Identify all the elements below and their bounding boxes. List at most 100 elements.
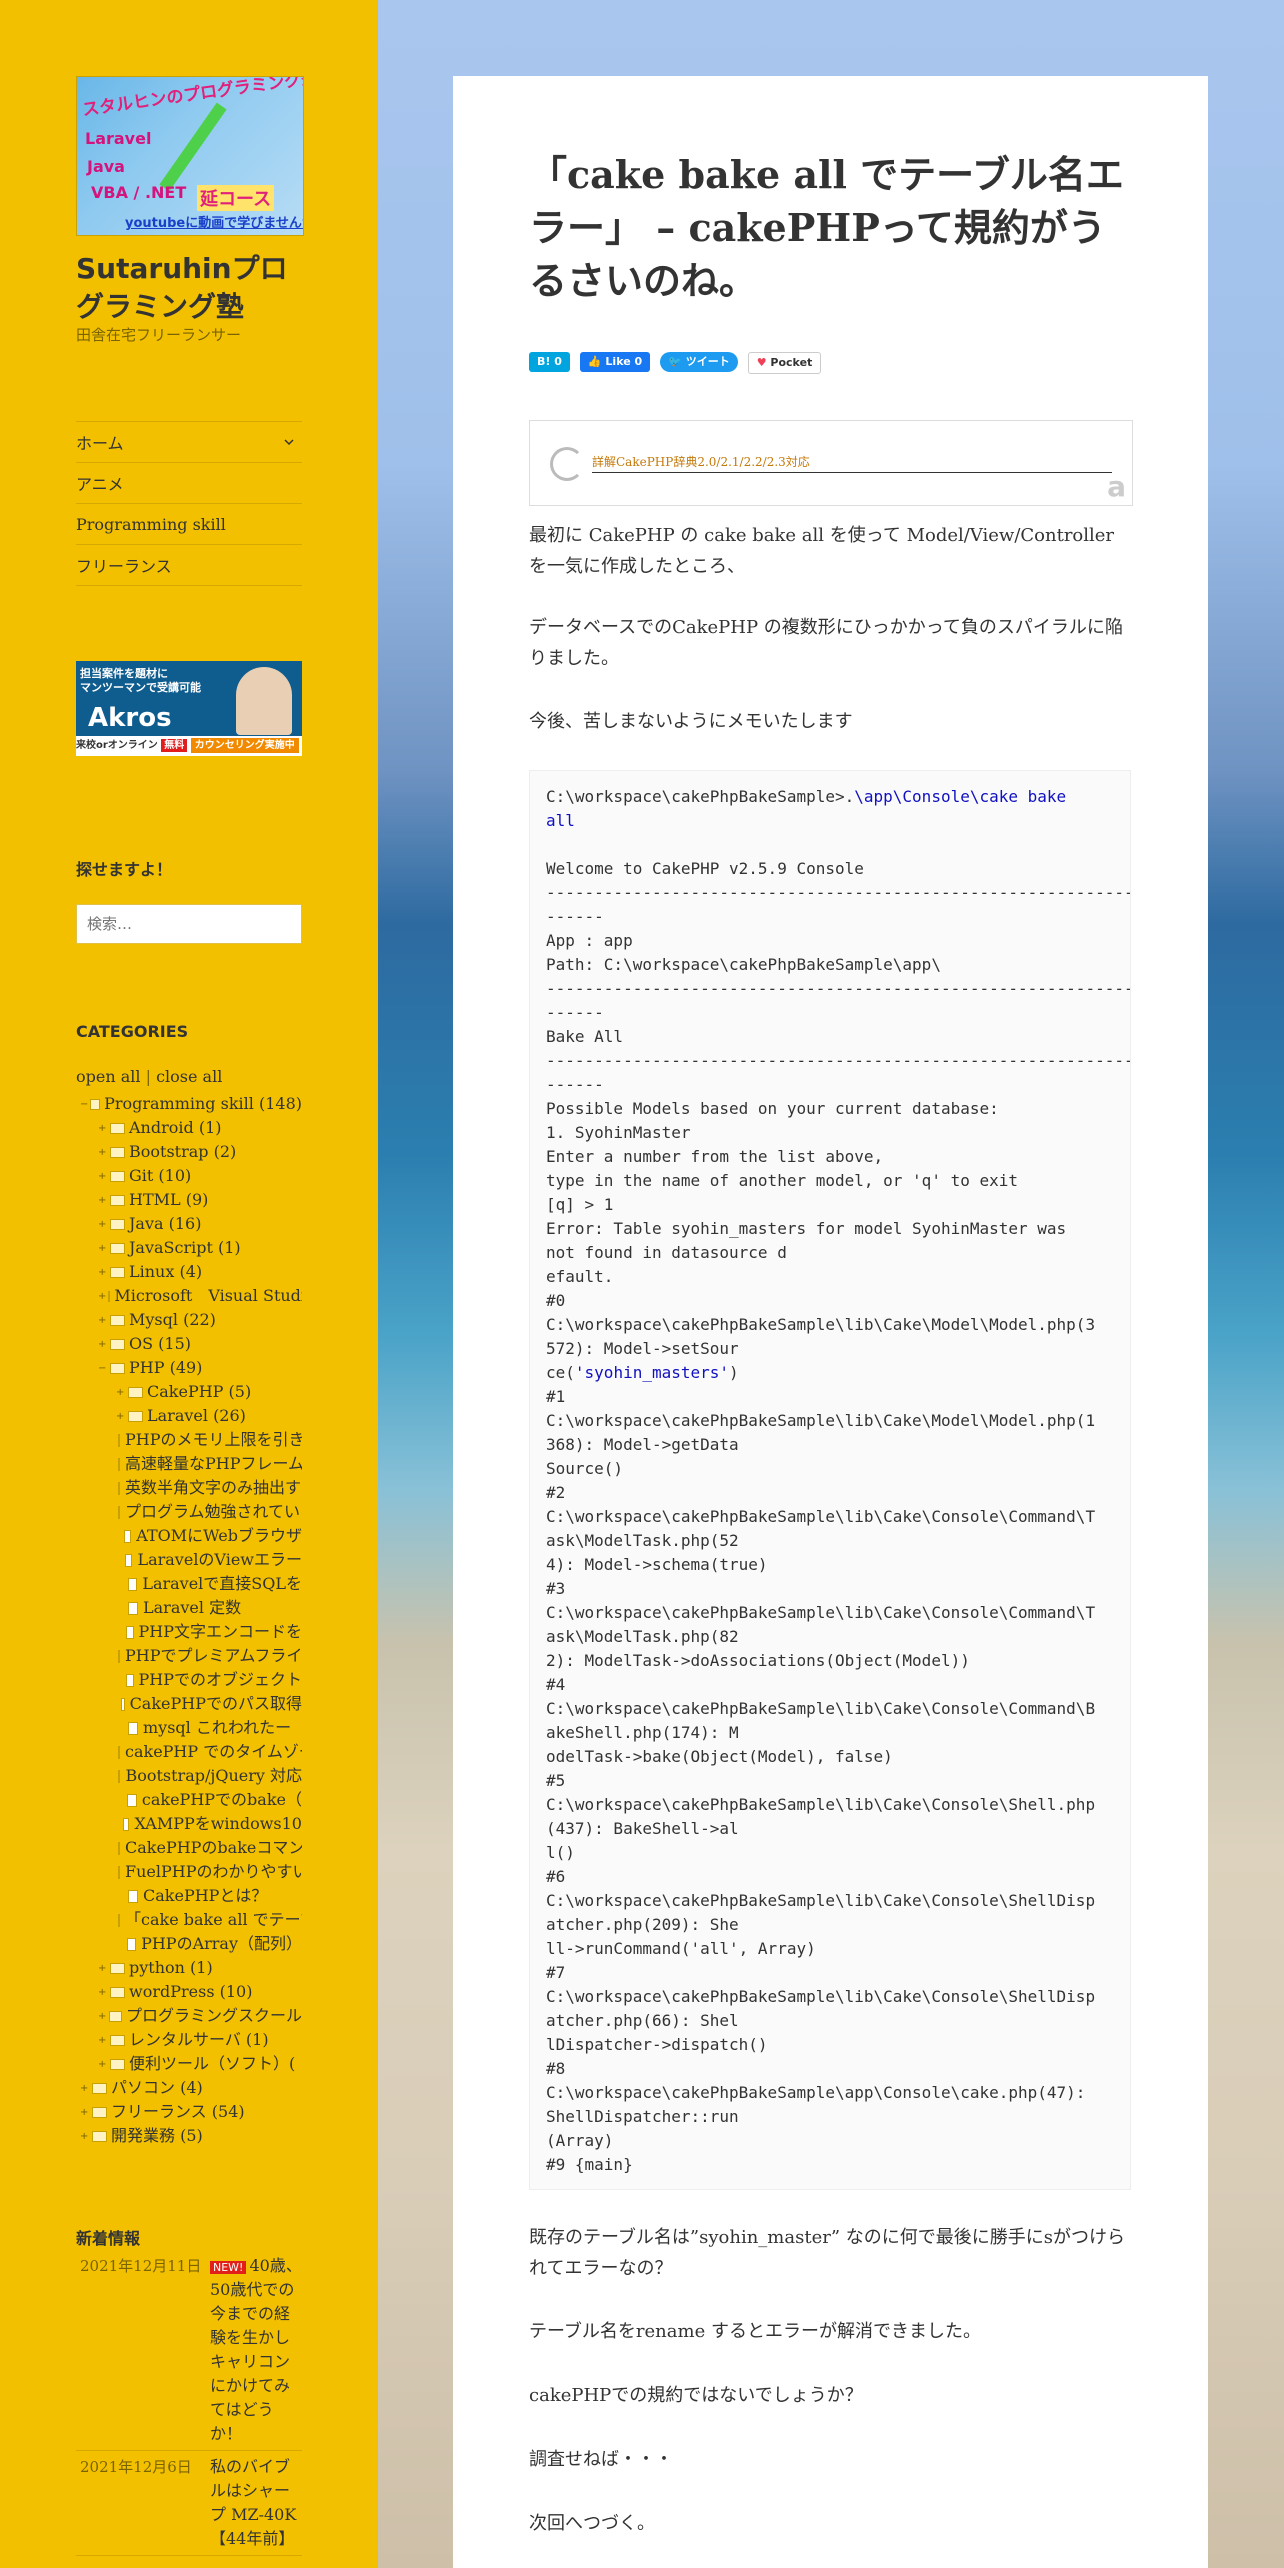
- category-item[interactable]: PHPでのオブジェクト: [76, 1668, 302, 1692]
- collapse-icon[interactable]: −: [98, 1363, 108, 1374]
- category-label: Mysql (22): [129, 1310, 216, 1329]
- category-item[interactable]: CakePHPでのパス取得: [76, 1692, 302, 1716]
- category-item[interactable]: − PHP (49): [76, 1356, 302, 1380]
- nav-item-programming-skill[interactable]: Programming skill: [76, 504, 302, 545]
- expand-icon[interactable]: +: [98, 1315, 108, 1326]
- open-all-link[interactable]: open all: [76, 1067, 141, 1086]
- category-item[interactable]: プログラム勉強されている方へ: [76, 1500, 302, 1524]
- expand-icon[interactable]: +: [98, 1123, 108, 1134]
- category-item[interactable]: CakePHPとは？: [76, 1884, 302, 1908]
- pocket-button[interactable]: ♥ Pocket: [747, 352, 822, 374]
- category-item[interactable]: + HTML (9): [76, 1188, 302, 1212]
- site-title[interactable]: Sutaruhinプログラミング塾: [76, 250, 302, 326]
- document-icon: [118, 1745, 120, 1759]
- category-item[interactable]: + Git (10): [76, 1164, 302, 1188]
- document-icon: [128, 1889, 138, 1903]
- category-item[interactable]: + python (1): [76, 1956, 302, 1980]
- expand-icon[interactable]: +: [98, 2011, 107, 2022]
- expand-icon[interactable]: +: [98, 1267, 108, 1278]
- category-item[interactable]: + レンタルサーバ (1): [76, 2028, 302, 2052]
- category-item[interactable]: + 開発業務 (5): [76, 2124, 302, 2148]
- list-item[interactable]: 2021年12月11日 NEW! 40歳、50歳代での今までの経験を生かしキャリコ…: [76, 2250, 302, 2451]
- expand-icon[interactable]: +: [98, 1171, 108, 1182]
- category-item[interactable]: PHPのArray（配列）: [76, 1932, 302, 1956]
- hatena-bookmark-button[interactable]: B! 0: [529, 352, 570, 372]
- category-item[interactable]: + Microsoft Visual Studio: [76, 1284, 302, 1308]
- chevron-down-icon[interactable]: [282, 435, 296, 449]
- category-item[interactable]: cakePHP でのタイムゾーン: [76, 1740, 302, 1764]
- category-item[interactable]: + プログラミングスクール: [76, 2004, 302, 2028]
- post-link[interactable]: 私のバイブルはシャープ MZ-40K【44年前】: [210, 2455, 302, 2551]
- tweet-button[interactable]: 🐦 ツイート: [660, 352, 738, 372]
- category-item[interactable]: 「cake bake all でテーブル名エラー」: [76, 1908, 302, 1932]
- facebook-like-button[interactable]: 👍 Like 0: [579, 352, 651, 372]
- expand-icon[interactable]: +: [98, 1987, 108, 1998]
- nav-item-home[interactable]: ホーム: [76, 422, 302, 463]
- category-item[interactable]: ATOMにWebブラウザ: [76, 1524, 302, 1548]
- category-item[interactable]: + Bootstrap (2): [76, 1140, 302, 1164]
- category-item[interactable]: + 便利ツール（ソフト）(: [76, 2052, 302, 2076]
- nav-item-anime[interactable]: アニメ: [76, 463, 302, 504]
- categories-controls: open all | close all: [76, 1067, 302, 1086]
- category-item[interactable]: cakePHPでのbake（: [76, 1788, 302, 1812]
- category-item[interactable]: + OS (15): [76, 1332, 302, 1356]
- category-item[interactable]: + JavaScript (1): [76, 1236, 302, 1260]
- search-input[interactable]: [76, 904, 302, 944]
- category-item[interactable]: CakePHPのbakeコマンド: [76, 1836, 302, 1860]
- link-card-title[interactable]: 詳解CakePHP辞典2.0/2.1/2.2/2.3対応: [592, 453, 810, 470]
- category-label: ATOMにWebブラウザ: [136, 1526, 302, 1545]
- category-item[interactable]: + Android (1): [76, 1116, 302, 1140]
- site-logo[interactable]: スタルヒンのプログラミング塾 Laravel Java VBA / .NET 延…: [76, 76, 304, 236]
- post-link[interactable]: NEW! 40歳、50歳代での今までの経験を生かしキャリコンにかけてみてはどうか！: [210, 2254, 302, 2446]
- category-item[interactable]: − Programming skill (148): [76, 1092, 302, 1116]
- category-item[interactable]: + Linux (4): [76, 1260, 302, 1284]
- expand-icon[interactable]: +: [116, 1387, 126, 1398]
- expand-icon[interactable]: +: [98, 1219, 108, 1230]
- expand-icon[interactable]: +: [98, 1339, 108, 1350]
- category-item[interactable]: 高速軽量なPHPフレームワーク: [76, 1452, 302, 1476]
- category-item[interactable]: + フリーランス (54): [76, 2100, 302, 2124]
- category-label: Git (10): [129, 1166, 192, 1185]
- category-item[interactable]: + Mysql (22): [76, 1308, 302, 1332]
- folder-icon: [110, 1242, 125, 1254]
- nav-item-freelance[interactable]: フリーランス: [76, 545, 302, 586]
- ad-banner[interactable]: 担当案件を題材に マンツーマンで受講可能 Akros 来校orオンライン 無料 …: [76, 661, 302, 756]
- expand-icon[interactable]: +: [98, 2035, 108, 2046]
- list-item[interactable]: 2021年12月6日 私のバイブルはシャープ MZ-40K【44年前】: [76, 2451, 302, 2556]
- category-item[interactable]: PHPのメモリ上限を引き上げる: [76, 1428, 302, 1452]
- ad-line: マンツーマンで受講可能: [80, 681, 201, 694]
- document-icon: [118, 1433, 120, 1447]
- expand-icon[interactable]: +: [98, 1147, 108, 1158]
- category-item[interactable]: + wordPress (10): [76, 1980, 302, 2004]
- expand-icon[interactable]: +: [80, 2107, 90, 2118]
- expand-icon[interactable]: +: [98, 1195, 108, 1206]
- expand-icon[interactable]: +: [98, 1243, 108, 1254]
- category-item[interactable]: LaravelのViewエラー: [76, 1548, 302, 1572]
- category-item[interactable]: FuelPHPのわかりやすい: [76, 1860, 302, 1884]
- ad-footer: 来校orオンライン 無料 カウンセリング実施中: [76, 736, 302, 756]
- expand-icon[interactable]: +: [98, 1963, 108, 1974]
- category-item[interactable]: + パソコン (4): [76, 2076, 302, 2100]
- category-item[interactable]: XAMPPをwindows10: [76, 1812, 302, 1836]
- category-item[interactable]: Laravelで直接SQLを: [76, 1572, 302, 1596]
- folder-icon: [110, 1122, 125, 1134]
- link-card[interactable]: 詳解CakePHP辞典2.0/2.1/2.2/2.3対応 a: [529, 420, 1133, 506]
- expand-icon[interactable]: +: [98, 2059, 108, 2070]
- expand-icon[interactable]: +: [80, 2131, 90, 2142]
- category-item[interactable]: + Java (16): [76, 1212, 302, 1236]
- expand-icon[interactable]: +: [116, 1411, 126, 1422]
- category-item[interactable]: PHPでプレミアムフライデー: [76, 1644, 302, 1668]
- folder-icon: [108, 2010, 122, 2022]
- category-item[interactable]: + Laravel (26): [76, 1404, 302, 1428]
- close-all-link[interactable]: close all: [156, 1067, 222, 1086]
- expand-icon[interactable]: +: [80, 2083, 90, 2094]
- category-item[interactable]: + CakePHP (5): [76, 1380, 302, 1404]
- category-item[interactable]: mysql これわれたー: [76, 1716, 302, 1740]
- category-item[interactable]: 英数半角文字のみ抽出する: [76, 1476, 302, 1500]
- category-item[interactable]: Laravel 定数: [76, 1596, 302, 1620]
- twitter-bird-icon: 🐦: [668, 355, 686, 368]
- category-item[interactable]: PHP文字エンコードを: [76, 1620, 302, 1644]
- category-item[interactable]: Bootstrap/jQuery 対応: [76, 1764, 302, 1788]
- expand-icon[interactable]: +: [98, 1291, 106, 1302]
- collapse-icon[interactable]: −: [80, 1099, 88, 1110]
